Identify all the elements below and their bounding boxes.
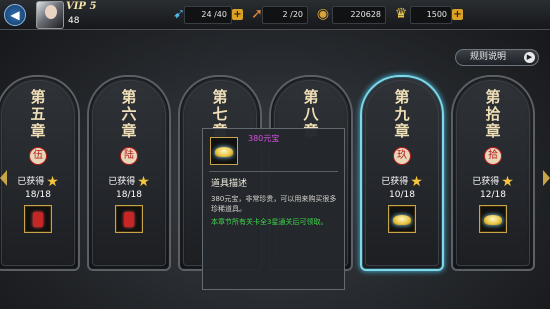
back-arrow-icon: ◀ [10,8,20,22]
stamina-value: 24 /40 [184,6,232,24]
rules-button[interactable]: 规则说明 ▶ [455,49,539,66]
item-claim-note: 本章节所有关卡全3星通关后可领取。 [211,218,328,226]
vip-label: VIP 5 [66,1,97,12]
coin-icon: ◉ [316,6,330,22]
scroll-right-arrow-icon[interactable] [543,170,550,186]
chapter-progress: 18/18 [25,190,51,200]
divider [209,171,338,172]
gold-ingot-icon: ♛ [394,6,408,22]
rules-button-label: 规则说明 [470,52,507,62]
chapter-status: 已获得 ★ [381,174,423,190]
back-button[interactable]: ◀ [4,4,26,26]
chapter-progress: 18/18 [116,190,142,200]
chapter-reward[interactable] [24,205,52,233]
item-description-heading: 道具描述 [211,179,248,189]
chapter-card-5[interactable]: 第五章 伍 已获得 ★ 18/18 [0,75,80,271]
chapter-card-9[interactable]: 第九章 玖 已获得 ★ 10/18 [360,75,444,271]
chapter-title: 第六章 [121,88,137,140]
energy-value: 2 /20 [262,6,308,24]
item-tooltip: 380元宝 道具描述 380元宝，非常珍贵，可以用来购买很多珍稀道具。 本章节所… [202,128,345,290]
gold-value: 1500 [410,6,452,24]
plus-icon[interactable]: + [452,9,463,20]
coin-value: 220628 [332,6,386,24]
chapter-status: 已获得 ★ [108,174,150,190]
chapter-progress: 12/18 [480,190,506,200]
gold-ingot-icon [210,137,238,165]
star-icon: ★ [137,174,150,190]
star-icon: ★ [46,174,59,190]
chapter-seal: 拾 [484,147,502,165]
chapter-card-6[interactable]: 第六章 陆 已获得 ★ 18/18 [87,75,171,271]
avatar[interactable] [36,1,64,29]
player-level: 48 [68,16,80,26]
chapter-reward[interactable] [479,205,507,233]
chapter-title: 第拾章 [485,88,501,140]
top-bar: ◀ VIP 5 48 ➹ 24 /40 + ➚ 2 /20 ◉ 220628 ♛… [0,0,550,30]
plus-icon[interactable]: + [232,9,243,20]
star-icon: ★ [410,174,423,190]
chapter-reward[interactable] [115,205,143,233]
scroll-left-arrow-icon[interactable] [0,170,7,186]
item-description: 380元宝，非常珍贵，可以用来购买很多珍稀道具。 [211,195,337,213]
chapter-seal: 陆 [120,147,138,165]
chapter-status: 已获得 ★ [472,174,514,190]
chapter-card-10[interactable]: 第拾章 拾 已获得 ★ 12/18 [451,75,535,271]
chapter-seal: 玖 [393,147,411,165]
chapter-progress: 10/18 [389,190,415,200]
chapter-seal: 伍 [29,147,47,165]
chapter-reward[interactable] [388,205,416,233]
chapter-status: 已获得 ★ [17,174,59,190]
item-name: 380元宝 [248,134,280,143]
star-icon: ★ [501,174,514,190]
chapter-title: 第九章 [394,88,410,140]
chevron-right-icon: ▶ [524,52,535,63]
chapter-title: 第五章 [30,88,46,140]
